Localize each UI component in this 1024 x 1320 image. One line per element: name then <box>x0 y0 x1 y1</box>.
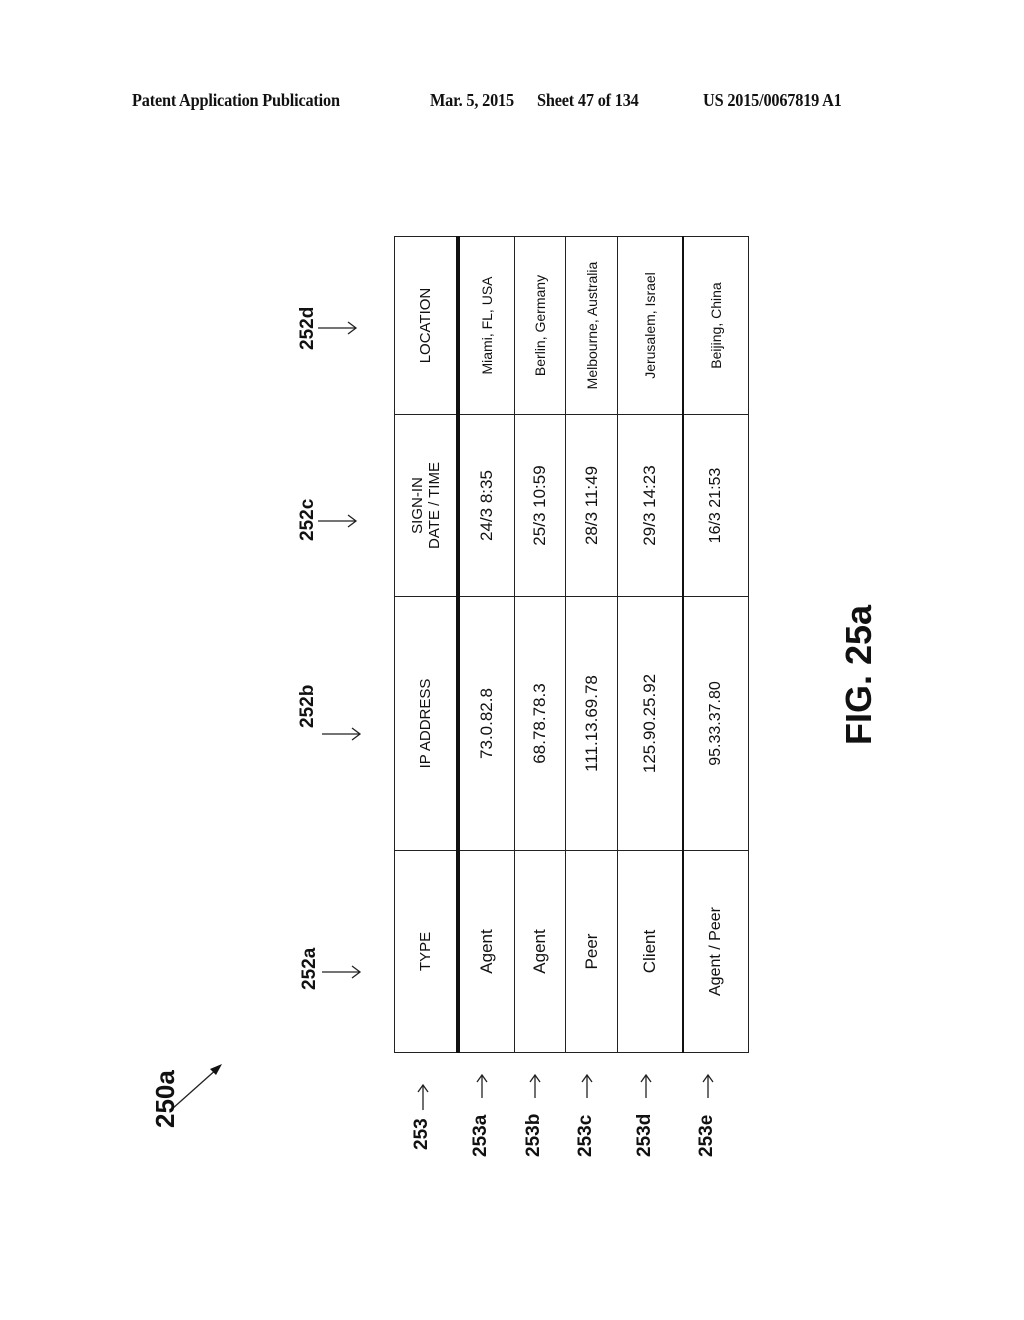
cell-signin: 29/3 14:23 <box>617 414 683 597</box>
cell-type: Agent <box>514 850 566 1053</box>
cell-type: Agent <box>458 850 515 1053</box>
column-ref-label: 252c <box>297 498 318 541</box>
arrow-up-icon <box>529 1073 541 1098</box>
column-ref-label: 252d <box>297 306 318 350</box>
row-ref-label: 253b <box>523 1113 544 1157</box>
row-ref-label: 253d <box>634 1113 655 1157</box>
row-ref-253: 253 <box>411 1118 433 1150</box>
row-ref-label: 253a <box>470 1114 491 1157</box>
arrow-up-icon <box>581 1073 593 1098</box>
column-ref-label: 252b <box>297 684 318 728</box>
table-header-row: TYPE IP ADDRESS SIGN-IN DATE / TIME LOCA… <box>394 236 458 1053</box>
signin-table-wrapper: TYPE IP ADDRESS SIGN-IN DATE / TIME LOCA… <box>394 236 749 1053</box>
publication-date: Mar. 5, 2015 <box>430 90 514 110</box>
publication-number: US 2015/0067819 A1 <box>703 90 842 110</box>
arrow-up-icon <box>640 1073 652 1098</box>
row-ref-253e: 253e <box>696 1115 718 1157</box>
cell-ip: 68.78.78.3 <box>514 596 566 851</box>
figure-reference: 250a <box>150 1070 180 1128</box>
header-ip-address: IP ADDRESS <box>394 596 458 851</box>
figure-label: FIG. 25a <box>838 604 879 745</box>
arrowhead-icon <box>210 1064 222 1075</box>
cell-type: Client <box>617 850 683 1053</box>
publication-type: Patent Application Publication <box>132 90 340 110</box>
header-type: TYPE <box>394 850 458 1053</box>
cell-ip: 73.0.82.8 <box>458 596 515 851</box>
row-ref-label: 253e <box>696 1114 717 1157</box>
arrow-right-icon <box>322 727 362 741</box>
row-ref-253a: 253a <box>470 1115 492 1157</box>
column-ref-label: 252a <box>299 947 320 990</box>
table-row: Agent 73.0.82.8 24/3 8:35 Miami, FL, USA <box>458 236 515 1053</box>
table-row: Agent 68.78.78.3 25/3 10:59 Berlin, Germ… <box>514 236 566 1053</box>
column-ref-252c: 252c <box>297 499 319 541</box>
row-ref-253b: 253b <box>523 1114 545 1157</box>
column-ref-252d: 252d <box>297 307 319 350</box>
header-signin-line2: DATE / TIME <box>425 462 443 549</box>
row-ref-253c: 253c <box>575 1115 597 1157</box>
table-row: Peer 111.13.69.78 28/3 11:49 Melbourne, … <box>565 236 618 1053</box>
header-location: LOCATION <box>394 236 458 415</box>
cell-signin: 24/3 8:35 <box>458 414 515 597</box>
row-ref-label: 253c <box>575 1114 596 1157</box>
arrow-right-icon <box>322 965 362 979</box>
cell-type: Peer <box>565 850 618 1053</box>
arrow-right-icon <box>318 321 358 335</box>
cell-ip: 95.33.37.80 <box>683 596 749 851</box>
arrow-up-icon <box>702 1073 714 1098</box>
arrow-up-icon <box>476 1073 488 1098</box>
cell-ip: 125.90.25.92 <box>617 596 683 851</box>
arrow-right-icon <box>318 514 358 528</box>
arrow-up-icon <box>417 1083 429 1110</box>
table-row: Agent / Peer 95.33.37.80 16/3 21:53 Beij… <box>683 236 749 1053</box>
header-signin-datetime: SIGN-IN DATE / TIME <box>394 414 458 597</box>
table-row: Client 125.90.25.92 29/3 14:23 Jerusalem… <box>617 236 683 1053</box>
signin-table: TYPE IP ADDRESS SIGN-IN DATE / TIME LOCA… <box>394 236 749 1053</box>
cell-location: Berlin, Germany <box>514 236 566 415</box>
cell-location: Miami, FL, USA <box>458 236 515 415</box>
sheet-number: Sheet 47 of 134 <box>537 90 639 110</box>
cell-location: Melbourne, Australia <box>565 236 618 415</box>
header-signin-line1: SIGN-IN <box>408 477 426 534</box>
column-ref-252b: 252b <box>297 685 319 728</box>
cell-signin: 16/3 21:53 <box>683 414 749 597</box>
cell-signin: 25/3 10:59 <box>514 414 566 597</box>
cell-type: Agent / Peer <box>683 850 749 1053</box>
cell-signin: 28/3 11:49 <box>565 414 618 597</box>
cell-location: Beijing, China <box>683 236 749 415</box>
column-ref-252a: 252a <box>299 948 321 990</box>
cell-location: Jerusalem, Israel <box>617 236 683 415</box>
row-ref-label: 253 <box>411 1118 432 1150</box>
cell-ip: 111.13.69.78 <box>565 596 618 851</box>
row-ref-253d: 253d <box>634 1114 656 1157</box>
